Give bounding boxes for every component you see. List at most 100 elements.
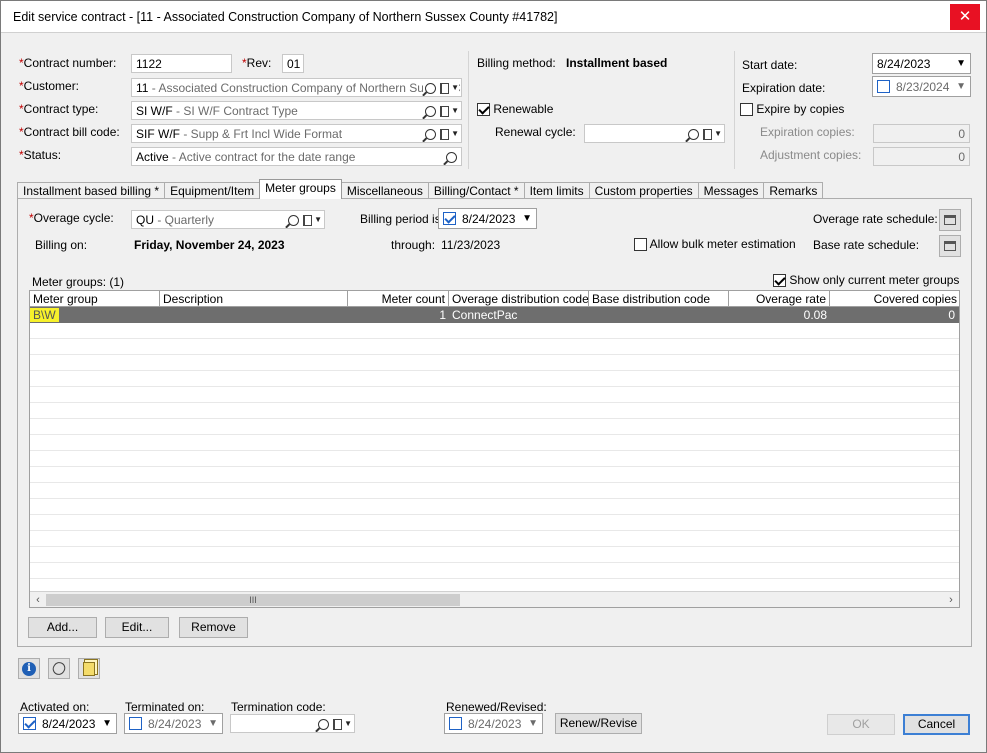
search-icon[interactable] <box>318 718 330 730</box>
tab-installment-based-billing[interactable]: Installment based billing * <box>17 182 166 199</box>
checkbox-icon[interactable] <box>877 80 890 93</box>
table-row[interactable]: B\W 1 ConnectPac 0.08 0 <box>30 307 959 323</box>
column-header-meter-count[interactable]: Meter count <box>348 291 449 307</box>
column-header-base-distribution-code[interactable]: Base distribution code <box>589 291 729 307</box>
renewal-cycle-input[interactable]: ▼ <box>584 124 725 143</box>
overage-cycle-input[interactable]: QU - Quarterly ▼ <box>131 210 325 229</box>
overage-rate-schedule-button[interactable] <box>939 209 961 231</box>
cell-description <box>160 307 348 323</box>
info-button[interactable]: i <box>18 658 40 679</box>
scrollbar-thumb[interactable]: III <box>46 594 460 606</box>
start-date-label: Start date: <box>742 58 798 72</box>
calendar-dropdown-icon[interactable]: ▼ <box>956 58 966 69</box>
terminated-on-picker[interactable]: 8/24/2023 ▼ <box>124 713 223 734</box>
checkbox-icon[interactable] <box>740 103 753 117</box>
terminated-on-label: Terminated on: <box>125 700 205 714</box>
notes-button[interactable] <box>78 658 100 679</box>
termination-code-input[interactable]: ▼ <box>230 714 355 733</box>
chevron-down-icon[interactable]: ▼ <box>451 129 459 139</box>
checkbox-icon[interactable] <box>477 103 490 117</box>
search-icon[interactable] <box>425 82 437 94</box>
tab-remarks[interactable]: Remarks <box>763 182 824 199</box>
horizontal-scrollbar[interactable]: ‹ III › <box>30 591 959 607</box>
expiration-date-picker[interactable]: 8/23/2024 ▼ <box>872 76 971 97</box>
expire-by-copies-checkbox[interactable]: Expire by copies <box>740 102 844 117</box>
billing-period-label: Billing period is: <box>360 212 445 226</box>
chevron-down-icon[interactable]: ▼ <box>522 213 532 224</box>
flag-icon[interactable] <box>333 718 343 730</box>
chevron-down-icon[interactable]: ▼ <box>208 718 218 729</box>
column-header-covered-copies[interactable]: Covered copies <box>830 291 959 307</box>
billing-period-picker[interactable]: 8/24/2023 ▼ <box>438 208 537 229</box>
column-header-overage-rate[interactable]: Overage rate <box>729 291 830 307</box>
search-icon[interactable] <box>425 128 437 140</box>
renew-revise-button[interactable]: Renew/Revise <box>555 713 642 734</box>
chevron-down-icon[interactable]: ▼ <box>451 83 459 93</box>
checkbox-icon[interactable] <box>634 238 647 252</box>
flag-icon[interactable] <box>440 82 450 94</box>
expiration-copies-input[interactable]: 0 <box>873 124 970 143</box>
tab-billing-contact[interactable]: Billing/Contact * <box>427 182 525 199</box>
renewable-checkbox[interactable]: Renewable <box>477 102 553 117</box>
tab-equipment-item[interactable]: Equipment/Item <box>164 182 261 199</box>
scroll-right-icon[interactable]: › <box>943 592 959 607</box>
customer-input[interactable]: 11 - Associated Construction Company of … <box>131 78 462 97</box>
renewed-revised-picker[interactable]: 8/24/2023 ▼ <box>444 713 543 734</box>
contract-type-input[interactable]: SI W/F - SI W/F Contract Type ▼ <box>131 101 462 120</box>
chevron-down-icon[interactable]: ▼ <box>956 81 966 92</box>
adjustment-copies-input[interactable]: 0 <box>873 147 970 166</box>
column-header-description[interactable]: Description <box>160 291 348 307</box>
contract-bill-code-input[interactable]: SIF W/F - Supp & Frt Incl Wide Format ▼ <box>131 124 462 143</box>
chevron-down-icon[interactable]: ▼ <box>714 129 722 139</box>
chevron-down-icon[interactable]: ▼ <box>344 719 352 729</box>
column-header-meter-group[interactable]: Meter group <box>30 291 160 307</box>
base-rate-schedule-button[interactable] <box>939 235 961 257</box>
empty-row <box>30 387 959 403</box>
close-icon: ✕ <box>958 8 972 25</box>
edit-button[interactable]: Edit... <box>105 617 169 638</box>
tab-item-limits[interactable]: Item limits <box>523 182 590 199</box>
add-button[interactable]: Add... <box>28 617 97 638</box>
close-button[interactable]: ✕ <box>950 4 980 30</box>
flag-icon[interactable] <box>440 128 450 140</box>
column-header-overage-distribution-code[interactable]: Overage distribution code <box>449 291 589 307</box>
remove-button[interactable]: Remove <box>179 617 248 638</box>
tab-meter-groups[interactable]: Meter groups <box>259 179 342 199</box>
scroll-left-icon[interactable]: ‹ <box>30 592 46 607</box>
cell-covered-copies: 0 <box>948 308 955 322</box>
checkbox-icon[interactable] <box>129 717 142 730</box>
ok-button[interactable]: OK <box>827 714 895 735</box>
chevron-down-icon[interactable]: ▼ <box>451 106 459 116</box>
contract-number-input[interactable]: 1122 <box>131 54 232 73</box>
search-icon[interactable] <box>446 151 457 163</box>
tab-custom-properties[interactable]: Custom properties <box>588 182 699 199</box>
show-only-current-checkbox[interactable]: Show only current meter groups <box>773 273 959 288</box>
tab-messages[interactable]: Messages <box>697 182 765 199</box>
flag-icon[interactable] <box>303 214 313 226</box>
base-rate-schedule-label: Base rate schedule: <box>813 238 920 252</box>
flag-icon[interactable] <box>440 105 450 117</box>
allow-bulk-meter-estimation-checkbox[interactable]: Allow bulk meter estimation <box>634 237 796 252</box>
attachment-button[interactable] <box>48 658 70 679</box>
cancel-button[interactable]: Cancel <box>903 714 970 735</box>
search-icon[interactable] <box>425 105 437 117</box>
search-icon[interactable] <box>288 214 300 226</box>
checkbox-icon[interactable] <box>23 717 36 730</box>
billing-on-label: Billing on: <box>35 238 88 252</box>
activated-on-picker[interactable]: 8/24/2023 ▼ <box>18 713 117 734</box>
chevron-down-icon[interactable]: ▼ <box>528 718 538 729</box>
rev-input[interactable]: 01 <box>282 54 304 73</box>
checkbox-icon[interactable] <box>773 274 786 288</box>
flag-icon[interactable] <box>703 128 713 140</box>
chevron-down-icon[interactable]: ▼ <box>102 718 112 729</box>
tab-miscellaneous[interactable]: Miscellaneous <box>340 182 429 199</box>
start-date-picker[interactable]: 8/24/2023 ▼ <box>872 53 971 74</box>
adjustment-copies-label: Adjustment copies: <box>760 148 862 162</box>
termination-code-label: Termination code: <box>231 700 326 714</box>
empty-row <box>30 467 959 483</box>
checkbox-icon[interactable] <box>449 717 462 730</box>
checkbox-icon[interactable] <box>443 212 456 225</box>
status-input[interactable]: Active - Active contract for the date ra… <box>131 147 462 166</box>
search-icon[interactable] <box>688 128 700 140</box>
chevron-down-icon[interactable]: ▼ <box>314 215 322 225</box>
